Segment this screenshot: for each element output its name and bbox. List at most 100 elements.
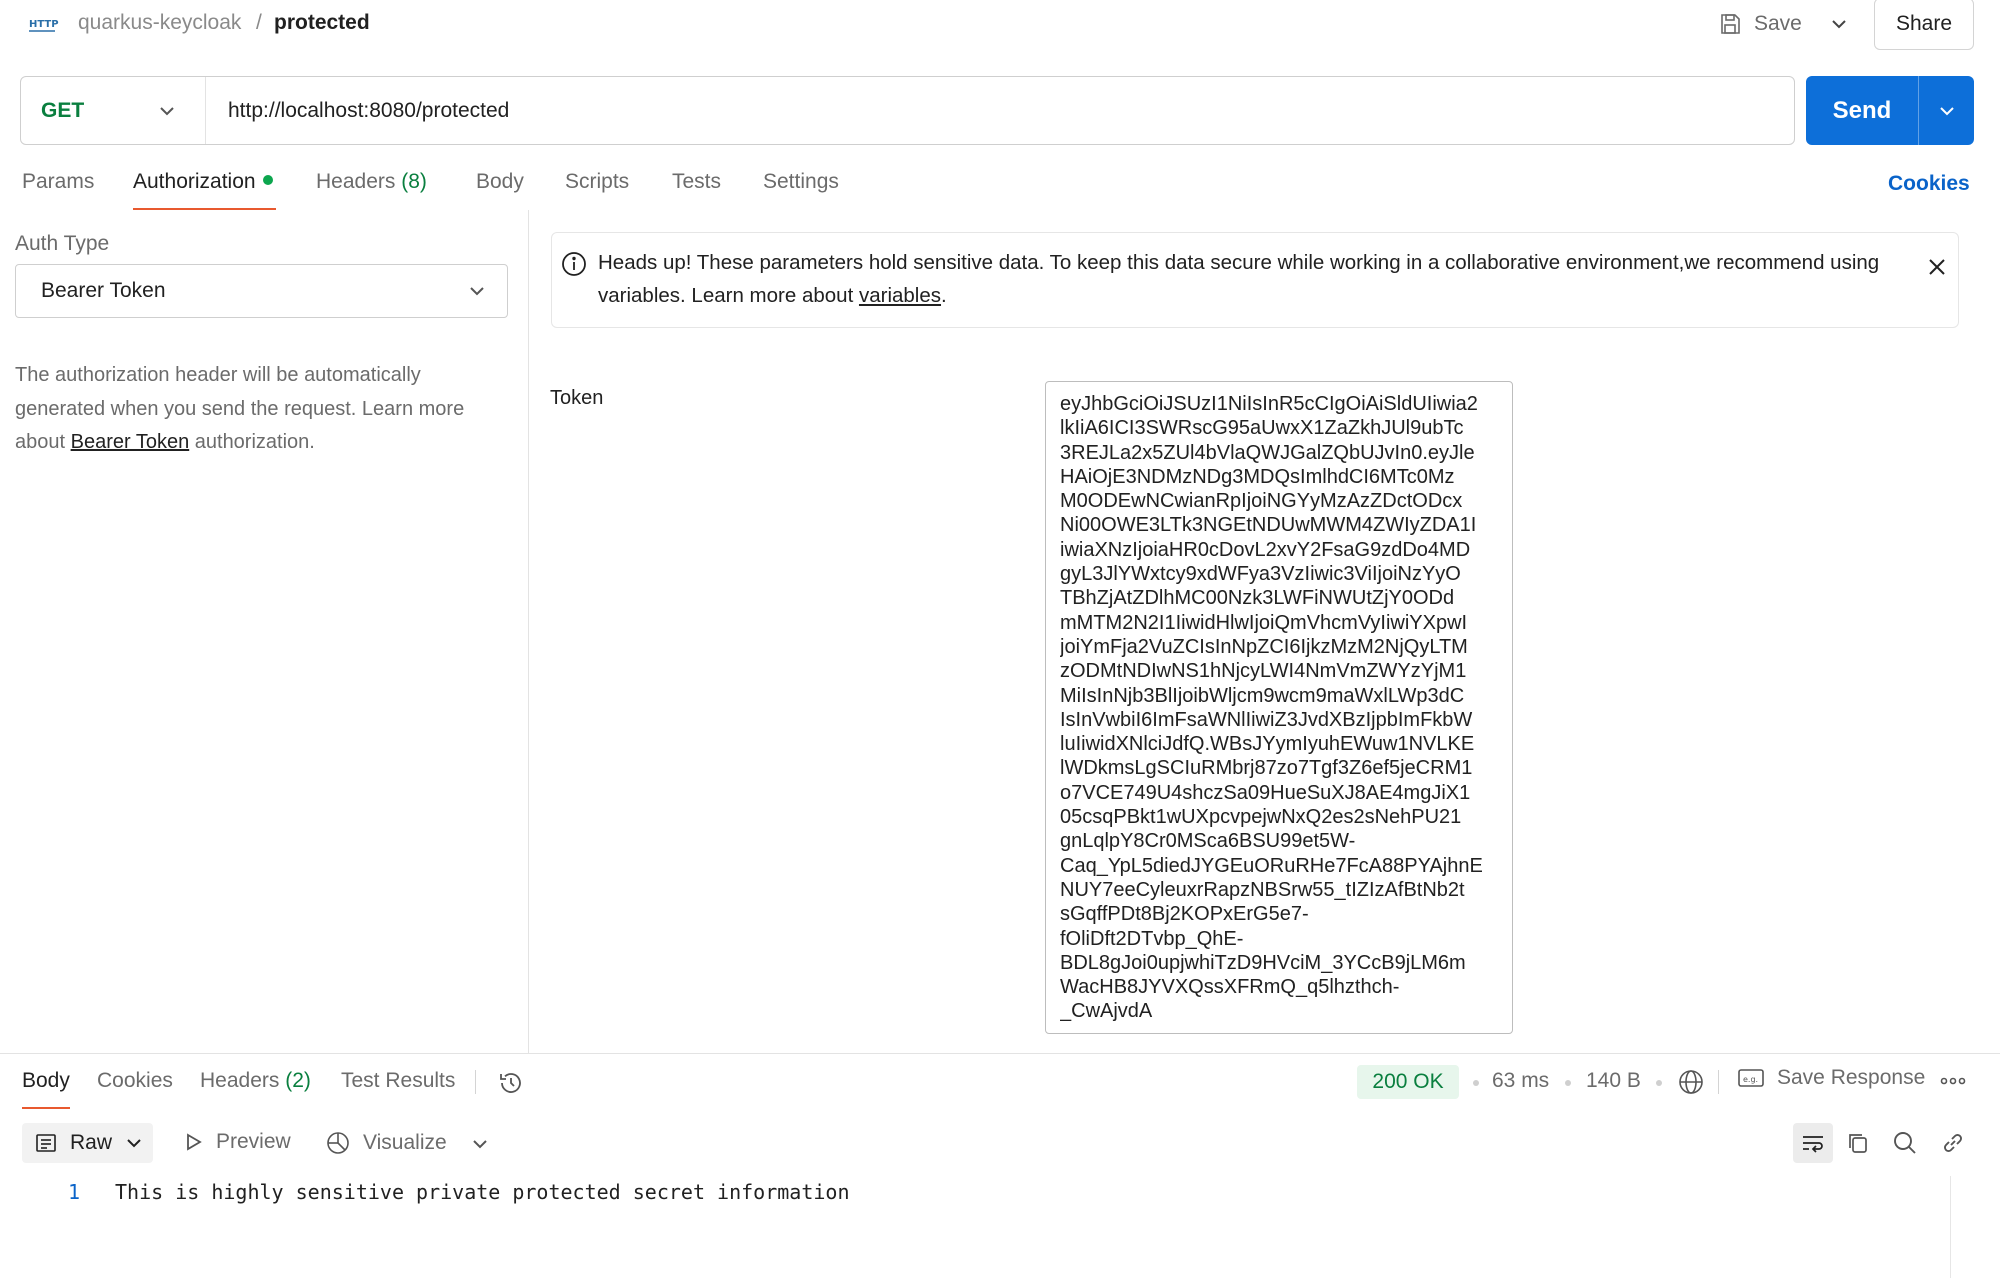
line-number: 1	[68, 1180, 81, 1204]
history-icon[interactable]	[497, 1069, 525, 1097]
raw-icon	[34, 1131, 58, 1155]
save-response-label: Save Response	[1777, 1066, 1926, 1089]
separator	[1718, 1070, 1719, 1094]
tab-body[interactable]: Body	[476, 170, 524, 194]
save-icon	[1718, 12, 1742, 36]
save-label: Save	[1754, 12, 1802, 35]
token-line: M0ODEwNCwianRpIjoiNGYyMzAzZDctODcx	[1060, 490, 1463, 513]
send-options-chevron-down-icon[interactable]	[1918, 76, 1974, 145]
response-size[interactable]: 140 B	[1586, 1069, 1641, 1093]
auth-help-suffix: authorization.	[189, 431, 315, 453]
more-options-icon[interactable]	[1940, 1075, 1966, 1087]
share-button[interactable]: Share	[1874, 0, 1974, 50]
svg-text:e.g.: e.g.	[1743, 1075, 1758, 1084]
notice-suffix: .	[941, 284, 947, 307]
active-tab-underline	[133, 208, 276, 210]
send-button-group: Send	[1806, 76, 1974, 145]
close-icon[interactable]	[1925, 255, 1949, 279]
variables-link[interactable]: variables	[859, 284, 941, 307]
bearer-token-link[interactable]: Bearer Token	[71, 431, 190, 453]
visualize-button[interactable]: Visualize	[325, 1130, 447, 1156]
token-line: gyL3JlYWxtcy9xdWFya3VzIiwic3ViIjoiNzYyO	[1060, 563, 1461, 586]
response-active-underline	[22, 1107, 70, 1109]
auth-help-text: The authorization header will be automat…	[15, 359, 515, 460]
svg-text:HTTP: HTTP	[29, 19, 59, 30]
response-tab-cookies[interactable]: Cookies	[97, 1069, 173, 1093]
pane-divider	[528, 210, 529, 1053]
token-line: Ni00OWE3LTk3NGEtNDUwMWM4ZWIyZDA1I	[1060, 514, 1477, 537]
response-tab-headers-count: (2)	[285, 1069, 311, 1092]
tab-tests[interactable]: Tests	[672, 170, 721, 194]
chevron-down-icon	[157, 101, 177, 121]
response-tab-headers-label: Headers	[200, 1069, 280, 1092]
cookies-link[interactable]: Cookies	[1888, 172, 1970, 196]
top-bar: HTTP quarkus-keycloak / protected Save S…	[0, 0, 2000, 50]
response-body-text: This is highly sensitive private protect…	[115, 1180, 850, 1204]
tab-headers[interactable]: Headers (8)	[316, 170, 427, 194]
link-icon[interactable]	[1940, 1130, 1966, 1156]
token-line: IsInVwbiI6ImFsaWNlIiwiZ3JvdXBzIjpbImFkbW	[1060, 708, 1473, 731]
play-icon	[182, 1131, 204, 1153]
tab-authorization-label: Authorization	[133, 170, 256, 193]
token-line: 3REJLa2x5ZUl4bVlaQWJGalZQbUJvIn0.eyJle	[1060, 441, 1475, 464]
search-icon[interactable]	[1892, 1130, 1918, 1156]
token-line: TBhZjAtZDlhMC00Nzk3LWFiNWUtZjY0ODd	[1060, 587, 1455, 610]
chevron-down-icon	[124, 1133, 144, 1153]
auth-type-select[interactable]: Bearer Token	[15, 264, 508, 318]
send-button[interactable]: Send	[1806, 97, 1918, 125]
dot-separator	[1656, 1080, 1662, 1086]
method-label: GET	[41, 98, 85, 122]
token-input[interactable]: eyJhbGciOiJSUzI1NiIsInR5cCIgOiAiSldUIiwi…	[1045, 381, 1513, 1034]
token-line: fOliDft2DTvbp_QhE-	[1060, 927, 1244, 950]
token-line: lWDkmsLgSCIuRMbrj87zo7Tgf3Z6ef5jeCRM1	[1060, 757, 1473, 780]
token-line: luIiwidXNlciJdfQ.WBsJYymIyuhEWuw1NVLKE	[1060, 733, 1475, 756]
token-line: mMTM2N2I1IiwidHlwIjoiQmVhcmVyIiwiYXpwI	[1060, 611, 1468, 634]
token-line: Caq_YpL5diedJYGEuORuRHe7FcA88PYAjhnE	[1060, 854, 1483, 877]
breadcrumb-separator: /	[256, 11, 262, 34]
chevron-down-icon	[467, 281, 487, 301]
token-line: _CwAjvdA	[1060, 1000, 1153, 1023]
tab-authorization[interactable]: Authorization	[133, 170, 273, 194]
wrap-lines-icon[interactable]	[1793, 1123, 1833, 1163]
breadcrumb-request-name[interactable]: protected	[274, 11, 370, 35]
copy-icon[interactable]	[1845, 1130, 1871, 1156]
visualize-icon	[325, 1130, 351, 1156]
example-icon: e.g.	[1737, 1066, 1765, 1090]
token-line: gnLqlpY8Cr0MSca6BSU99et5W-	[1060, 830, 1356, 853]
token-line: sGqffPDt8Bj2KOPxErG5e7-	[1060, 903, 1309, 926]
response-time[interactable]: 63 ms	[1492, 1069, 1549, 1093]
save-button[interactable]: Save	[1718, 8, 1802, 40]
url-input[interactable]: http://localhost:8080/protected	[206, 99, 509, 123]
dot-separator	[1473, 1080, 1479, 1086]
response-tab-headers[interactable]: Headers (2)	[200, 1069, 311, 1093]
breadcrumb-collection[interactable]: quarkus-keycloak	[78, 11, 241, 35]
token-line: eyJhbGciOiJSUzI1NiIsInR5cCIgOiAiSldUIiwi…	[1060, 393, 1478, 415]
view-options-chevron-down-icon[interactable]	[470, 1134, 490, 1154]
notice-message: Heads up! These parameters hold sensitiv…	[598, 251, 1880, 307]
globe-icon[interactable]	[1677, 1068, 1705, 1096]
tab-settings[interactable]: Settings	[763, 170, 839, 194]
raw-label: Raw	[70, 1131, 113, 1154]
save-response-button[interactable]: e.g. Save Response	[1737, 1066, 1925, 1090]
token-line: HAiOjE3NDMzNDg3MDQsImlhdCI6MTc0Mz	[1060, 465, 1455, 488]
http-icon: HTTP	[27, 12, 59, 36]
sensitive-data-notice: Heads up! These parameters hold sensitiv…	[551, 232, 1959, 328]
token-line: NUY7eeCyleuxrRapzNBSrw55_tIZIzAfBtNb2t	[1060, 878, 1465, 901]
token-line: lkIiA6ICI3SWRscG95aUwxX1ZaZkhJUl9ubTc	[1060, 417, 1464, 440]
dot-separator	[1565, 1080, 1571, 1086]
tab-params[interactable]: Params	[22, 170, 94, 194]
scrollbar[interactable]	[1950, 1176, 1951, 1278]
response-tab-body[interactable]: Body	[22, 1069, 70, 1093]
auth-type-value: Bearer Token	[41, 279, 166, 302]
token-line: 05csqPBkt1wUXpcvpejwNxQ2es2sNehPU21	[1060, 806, 1462, 829]
method-select[interactable]: GET	[21, 77, 206, 144]
preview-label: Preview	[216, 1130, 291, 1153]
token-label: Token	[550, 387, 604, 409]
separator	[475, 1070, 476, 1094]
save-options-chevron-down-icon[interactable]	[1825, 10, 1853, 38]
preview-button[interactable]: Preview	[182, 1130, 291, 1154]
response-tab-test-results[interactable]: Test Results	[341, 1069, 455, 1093]
tab-scripts[interactable]: Scripts	[565, 170, 629, 194]
raw-format-select[interactable]: Raw	[22, 1123, 153, 1163]
status-badge[interactable]: 200 OK	[1357, 1065, 1459, 1099]
